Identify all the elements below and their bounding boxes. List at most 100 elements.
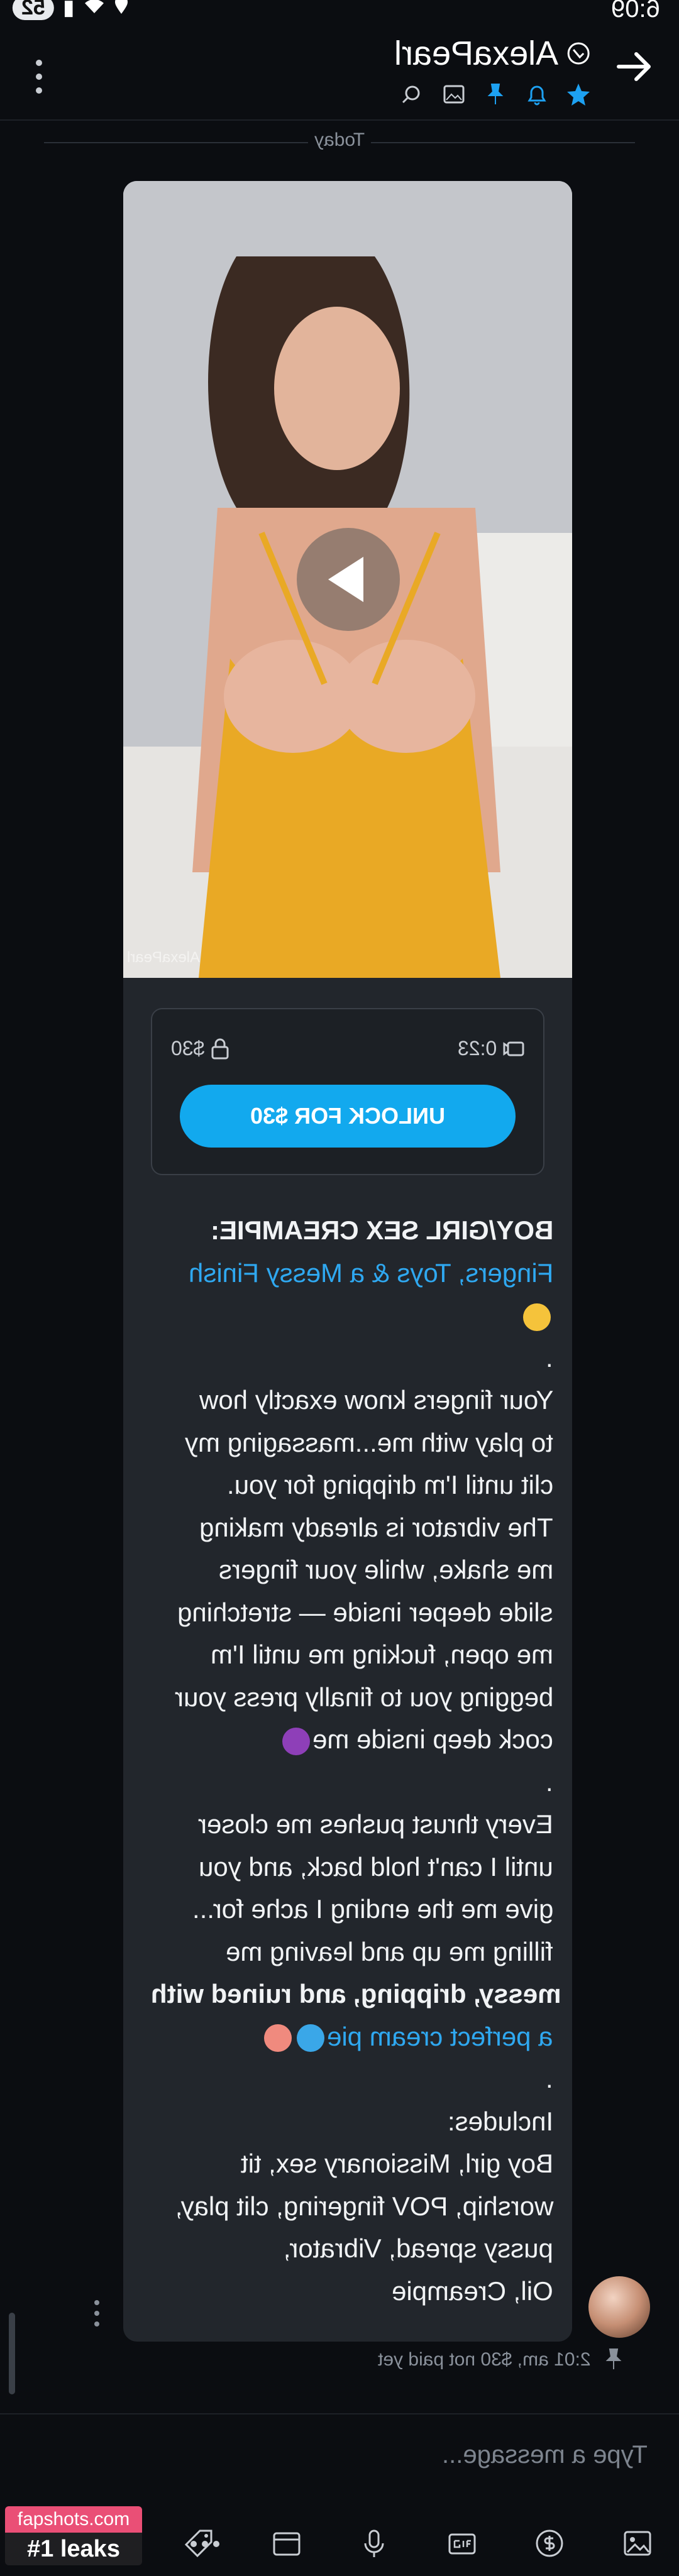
locked-price: $30 bbox=[171, 1037, 229, 1060]
pin-message-icon[interactable] bbox=[601, 2347, 626, 2372]
message-subheading-link[interactable]: Fingers, Toys & a Messy Finish bbox=[151, 1252, 553, 1295]
message-line: clit until I'm dripping for you. bbox=[226, 1470, 553, 1499]
message-line: begging you to finally press your bbox=[174, 1682, 553, 1712]
pin-icon[interactable] bbox=[483, 82, 508, 107]
message-heading: BOY/GIRL SEX CREAMPIE: bbox=[151, 1209, 553, 1252]
message-line: Your fingers know exactly how bbox=[199, 1385, 553, 1415]
play-button[interactable] bbox=[297, 528, 400, 631]
message-line-row: The vibrator is already making bbox=[151, 1506, 553, 1549]
unlock-button-label: UNLOCK FOR $30 bbox=[250, 1103, 446, 1129]
verified-badge-icon bbox=[567, 42, 590, 65]
bell-icon[interactable] bbox=[524, 82, 549, 107]
emoji-line bbox=[151, 1294, 553, 1337]
locked-content-card: 0:23 $30 UNLOCK FOR $30 bbox=[151, 1008, 544, 1175]
peach-emoji-icon bbox=[264, 2024, 292, 2053]
message-line: worship, POV fingering, clit play, bbox=[175, 2191, 553, 2221]
message-line-row: Your fingers know exactly how bbox=[151, 1379, 553, 1422]
message-line-row: messy, dripping, and ruined with bbox=[151, 1973, 561, 2015]
message-line: to play with me...massaging my bbox=[185, 1427, 553, 1457]
message-line-row: give me the ending I ache for... bbox=[151, 1888, 553, 1931]
message-line-row: pussy spread, Vibrator, bbox=[151, 2227, 553, 2270]
message-line-row: Includes: bbox=[151, 2100, 553, 2143]
sim-icon: ▮ bbox=[62, 0, 75, 19]
header-actions bbox=[400, 82, 591, 107]
lock-icon bbox=[211, 1038, 229, 1059]
chat-title[interactable]: AlexaPearl bbox=[394, 34, 591, 73]
video-watermark: AlexaPearl bbox=[127, 949, 200, 967]
message-line: . bbox=[546, 1767, 553, 1797]
message-input[interactable]: Type a message... bbox=[25, 2430, 654, 2480]
eggplant-emoji-icon bbox=[282, 1727, 311, 1755]
divider-line-right bbox=[371, 142, 635, 143]
message-input-placeholder: Type a message... bbox=[442, 2441, 648, 2469]
microphone-icon[interactable] bbox=[358, 2527, 390, 2560]
message-line-row: me open, fucking me until I'm bbox=[151, 1633, 553, 1676]
message-line-row: cock deep inside me bbox=[151, 1718, 553, 1761]
message-line-row: slide deeper inside — stretching bbox=[151, 1591, 553, 1634]
star-icon[interactable] bbox=[566, 82, 591, 107]
tip-dollar-icon[interactable] bbox=[533, 2527, 566, 2560]
message-line: Every thrust pushes me closer bbox=[198, 1809, 553, 1839]
scrollbar[interactable] bbox=[9, 2313, 15, 2394]
image-upload-icon[interactable] bbox=[621, 2527, 654, 2560]
message-text: BOY/GIRL SEX CREAMPIE: Fingers, Toys & a… bbox=[151, 1209, 561, 2313]
notification-count-badge: 52 bbox=[13, 0, 54, 20]
site-watermark-tag: #1 leaks bbox=[5, 2533, 142, 2565]
status-icons: 52 ▮ bbox=[13, 0, 129, 20]
play-icon bbox=[328, 557, 363, 602]
message-line: a perfect cream pie bbox=[327, 2021, 553, 2051]
status-bar: 52 ▮ 6:09 bbox=[0, 0, 679, 23]
unlock-button[interactable]: UNLOCK FOR $30 bbox=[180, 1085, 516, 1148]
message-line: Oil, Creampie bbox=[392, 2276, 553, 2306]
message-line-row: Oil, Creampie bbox=[151, 2270, 553, 2313]
message-line: pussy spread, Vibrator, bbox=[284, 2233, 553, 2263]
locked-price-text: $30 bbox=[171, 1037, 205, 1060]
message-line-row[interactable]: a perfect cream pie bbox=[151, 2015, 553, 2058]
video-duration-text: 0:23 bbox=[457, 1037, 497, 1060]
video-preview[interactable]: AlexaPearl bbox=[123, 181, 572, 978]
message-line: give me the ending I ache for... bbox=[192, 1894, 553, 1924]
message-line: filling me up and leaving me bbox=[226, 1936, 553, 1966]
message-line: slide deeper inside — stretching bbox=[177, 1597, 553, 1627]
search-icon[interactable] bbox=[400, 82, 425, 107]
wifi-icon bbox=[84, 0, 105, 20]
message-meta: 2:01 am, $30 not paid yet bbox=[126, 2349, 622, 2374]
message-line-row: clit until I'm dripping for you. bbox=[151, 1464, 553, 1506]
message-line: The vibrator is already making bbox=[199, 1512, 553, 1542]
message-line-row: . bbox=[151, 1337, 553, 1379]
clock: 6:09 bbox=[611, 0, 660, 23]
gallery-icon[interactable] bbox=[441, 82, 466, 107]
sender-avatar[interactable] bbox=[588, 2276, 650, 2338]
day-divider: Today bbox=[44, 123, 635, 161]
message-line-row: . bbox=[151, 2058, 553, 2100]
message-options-icon[interactable] bbox=[92, 2298, 102, 2329]
vault-icon[interactable] bbox=[270, 2527, 303, 2560]
back-arrow-icon[interactable] bbox=[614, 47, 654, 87]
message-line: Fingers, Toys & a Messy Finish bbox=[188, 1258, 553, 1288]
day-divider-text: Today bbox=[314, 129, 365, 150]
site-watermark-name: fapshots.com bbox=[5, 2506, 142, 2533]
chat-title-label: AlexaPearl bbox=[394, 35, 558, 72]
day-divider-label: Today bbox=[44, 129, 635, 151]
message-line-row: worship, POV fingering, clit play, bbox=[151, 2185, 553, 2228]
message-line: . bbox=[546, 1342, 553, 1373]
message-line-row: to play with me...massaging my bbox=[151, 1422, 553, 1464]
chat-header: AlexaPearl bbox=[0, 21, 679, 121]
message-line-row: . bbox=[151, 1761, 553, 1804]
site-watermark-badge: fapshots.com #1 leaks bbox=[5, 2506, 142, 2572]
message-line: until I can't hold back, and you bbox=[199, 1851, 553, 1882]
droplets-emoji-icon bbox=[297, 2024, 325, 2053]
message-line: me open, fucking me until I'm bbox=[211, 1640, 553, 1669]
smile-emoji-icon bbox=[523, 1303, 551, 1331]
video-watermark-text: AlexaPearl bbox=[127, 949, 201, 966]
message-line: BOY/GIRL SEX CREAMPIE: bbox=[210, 1215, 553, 1245]
message-line-row: Every thrust pushes me closer bbox=[151, 1803, 553, 1846]
video-duration: 0:23 bbox=[458, 1037, 524, 1060]
more-menu-icon[interactable] bbox=[28, 57, 50, 97]
price-tag-icon[interactable] bbox=[182, 2527, 215, 2560]
message-line: messy, dripping, and ruined with bbox=[151, 1979, 561, 2009]
message-line-row: begging you to finally press your bbox=[151, 1676, 553, 1719]
message-line-row: me shake, while your fingers bbox=[151, 1548, 553, 1591]
gif-icon[interactable] bbox=[446, 2527, 478, 2560]
message-line-row: Boy girl, Missionary sex, tit bbox=[151, 2142, 553, 2185]
